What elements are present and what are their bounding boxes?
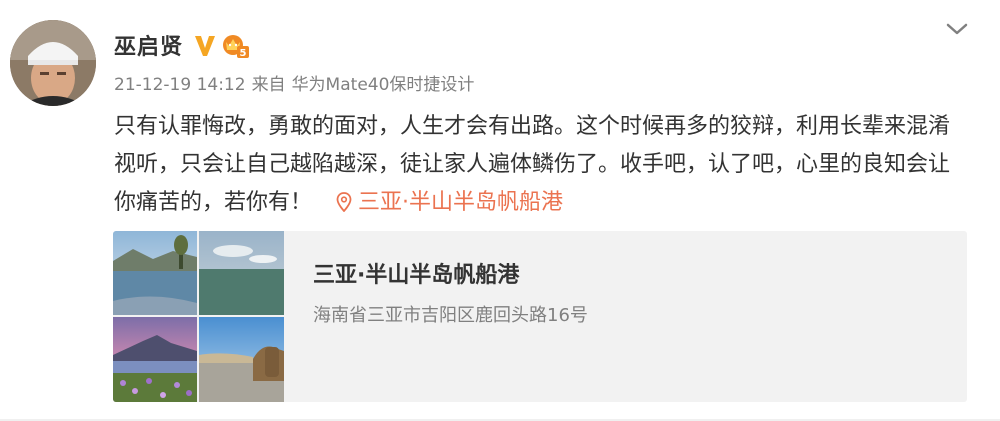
avatar[interactable]	[10, 20, 96, 106]
chevron-down-icon[interactable]	[944, 18, 970, 40]
location-link-label: 三亚·半山半岛帆船港	[358, 190, 564, 215]
member-level: 5	[240, 48, 247, 59]
source-device[interactable]: 华为Mate40保时捷设计	[292, 75, 475, 95]
source-prefix: 来自	[251, 75, 286, 95]
verified-v-icon[interactable]	[193, 32, 217, 58]
author-row: 巫启贤 5	[114, 29, 250, 61]
location-card-title: 三亚·半山半岛帆船港	[313, 263, 520, 288]
member-crown-icon[interactable]: 5	[221, 31, 250, 59]
location-pin-icon	[336, 192, 352, 213]
post-meta: 21-12-19 14:12 来自 华为Mate40保时捷设计	[114, 70, 480, 95]
location-card-address: 海南省三亚市吉阳区鹿回头路16号	[313, 305, 588, 326]
location-link[interactable]: 三亚·半山半岛帆船港	[336, 190, 563, 215]
post-text: 只有认罪悔改，勇敢的面对，人生才会有出路。这个时候再多的狡辩，利用长辈来混淆视听…	[114, 108, 964, 222]
location-card[interactable]: 三亚·半山半岛帆船港 海南省三亚市吉阳区鹿回头路16号	[113, 231, 967, 402]
author-name[interactable]: 巫启贤	[114, 29, 183, 61]
post-timestamp[interactable]: 21-12-19 14:12	[114, 75, 246, 95]
location-photo-grid	[113, 231, 284, 402]
